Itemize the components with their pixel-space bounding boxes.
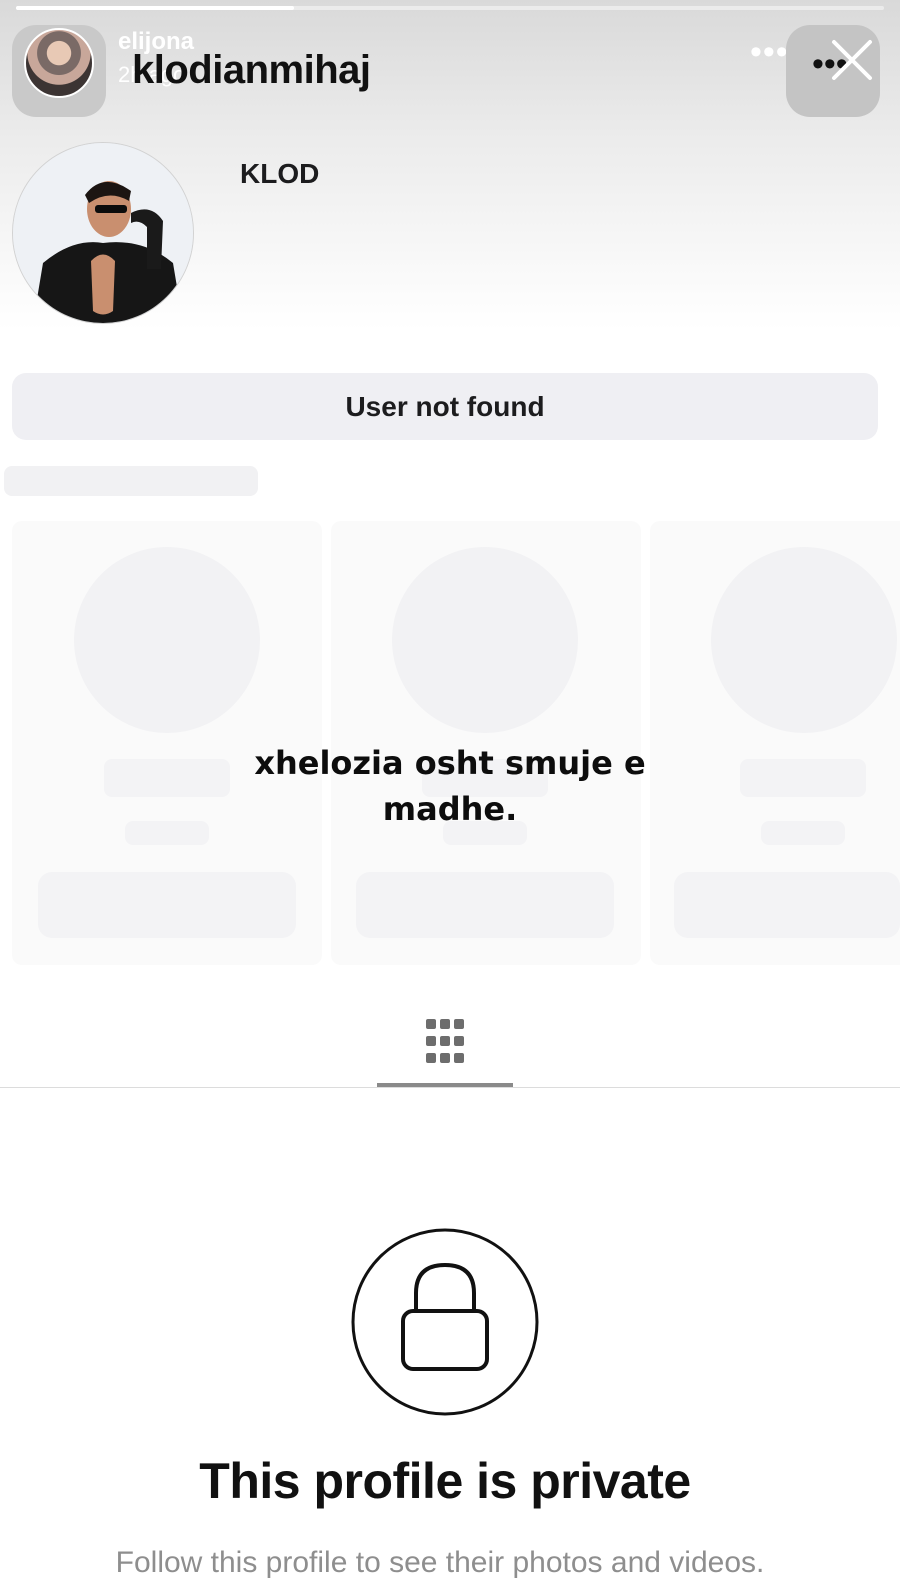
private-profile-title: This profile is private (199, 1453, 691, 1509)
skeleton-avatar (711, 547, 897, 733)
profile-handle: klodianmihaj (132, 48, 371, 92)
profile-display-name: KLOD (240, 158, 320, 189)
story-caption: xhelozia osht smuje e madhe. (160, 740, 740, 832)
user-not-found-button[interactable]: User not found (12, 373, 878, 440)
tab-divider (0, 1087, 900, 1088)
skeleton-header (4, 466, 258, 496)
story-more-icon[interactable]: ••• (750, 35, 789, 69)
skeleton-button (674, 872, 900, 938)
profile-avatar[interactable] (12, 142, 194, 324)
story-caption-line: xhelozia osht smuje e (254, 744, 646, 782)
close-icon[interactable] (828, 36, 876, 84)
story-caption-line: madhe. (382, 790, 518, 828)
grid-icon[interactable] (424, 1017, 466, 1067)
skeleton-button (356, 872, 614, 938)
private-profile-subtitle: Follow this profile to see their photos … (115, 1546, 765, 1578)
profile-avatar-image (13, 143, 193, 323)
skeleton-line (740, 759, 866, 797)
story-author-avatar[interactable] (24, 28, 94, 98)
skeleton-button (38, 872, 296, 938)
skeleton-avatar (392, 547, 578, 733)
lock-icon (351, 1228, 539, 1416)
story-viewer: elijona 2h ago klodianmihaj ••• ••• KLOD… (0, 0, 900, 1578)
story-progress-fill (16, 6, 294, 10)
story-progress-bar (16, 6, 884, 10)
skeleton-avatar (74, 547, 260, 733)
skeleton-line (761, 821, 845, 845)
